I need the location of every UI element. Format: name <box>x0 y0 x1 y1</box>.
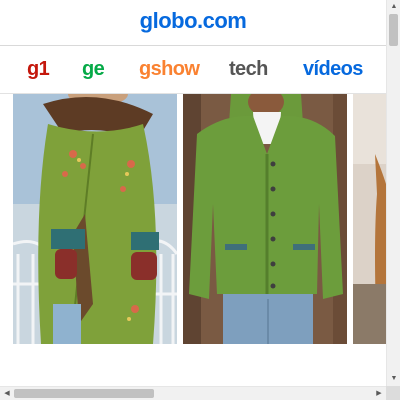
horizontal-scroll-thumb[interactable] <box>14 389 154 398</box>
nav-item-g1[interactable]: g1 <box>27 58 50 81</box>
arrow-right-icon[interactable]: ▶ <box>372 387 386 400</box>
scrollbar-corner <box>386 386 400 400</box>
nav-item-videos[interactable]: vídeos <box>303 58 363 81</box>
channel-nav: g1 ge gshow tech vídeos <box>0 46 386 94</box>
carousel-card[interactable] <box>13 94 177 344</box>
page-viewport: globo.com g1 ge gshow tech vídeos <box>0 0 386 386</box>
arrow-down-icon[interactable]: ▼ <box>387 372 400 386</box>
globo-logo[interactable]: globo.com <box>0 8 386 34</box>
nav-item-tech[interactable]: tech <box>229 58 268 81</box>
product-image-partial <box>353 94 386 344</box>
arrow-up-icon[interactable]: ▲ <box>387 0 400 14</box>
product-image-cardigan <box>183 94 347 344</box>
horizontal-scrollbar[interactable]: ◀ ▶ <box>0 386 386 400</box>
product-carousel <box>0 94 386 344</box>
vertical-scrollbar[interactable]: ▲ ▼ <box>386 0 400 386</box>
product-image-coat <box>13 94 177 344</box>
carousel-card[interactable] <box>183 94 347 344</box>
arrow-left-icon[interactable]: ◀ <box>0 387 14 400</box>
nav-item-ge[interactable]: ge <box>82 58 105 81</box>
nav-item-gshow[interactable]: gshow <box>139 58 200 81</box>
site-header: globo.com <box>0 0 386 46</box>
carousel-card[interactable] <box>353 94 386 344</box>
content-area <box>0 344 386 386</box>
vertical-scroll-thumb[interactable] <box>389 14 398 46</box>
